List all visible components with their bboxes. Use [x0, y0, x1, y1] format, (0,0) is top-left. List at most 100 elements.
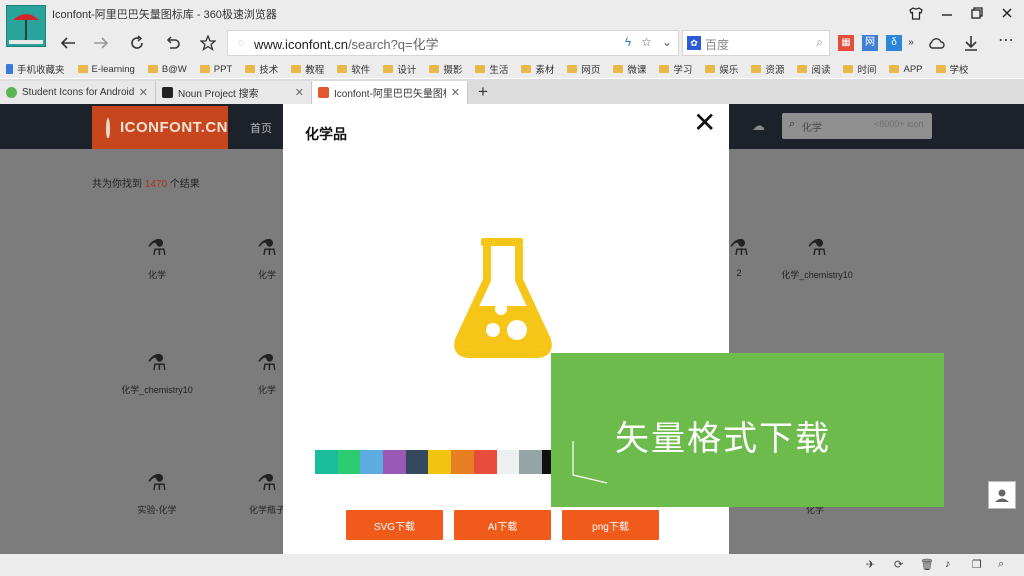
folder-icon: [613, 65, 624, 73]
download-icon[interactable]: [959, 32, 983, 54]
weibo-icon[interactable]: δ: [886, 35, 902, 51]
color-swatch[interactable]: [405, 450, 429, 474]
bookmark-item[interactable]: APP: [889, 64, 923, 75]
speaker-icon[interactable]: ♪: [945, 558, 951, 570]
forward-icon[interactable]: [89, 32, 113, 54]
folder-icon: [843, 65, 854, 73]
skin-icon[interactable]: [905, 3, 927, 23]
tab-student-icons[interactable]: Student Icons for Android ✕: [0, 81, 156, 104]
color-swatch[interactable]: [451, 450, 474, 474]
url-domain: www.iconfont.cn: [254, 36, 348, 52]
dropdown-icon[interactable]: ⌄: [662, 35, 672, 49]
bookmark-item[interactable]: E-learning: [77, 64, 135, 75]
tab-iconfont[interactable]: Iconfont-阿里巴巴矢量图标库 ✕: [312, 81, 468, 104]
result-icon-item[interactable]: ⚗ 化学_chemistry10: [762, 234, 872, 281]
site-search-input[interactable]: ⌕ 化学 <8000+ icon: [782, 113, 932, 139]
upload-cloud-icon[interactable]: ☁: [752, 118, 765, 134]
png-download-button[interactable]: png下载: [562, 510, 659, 540]
close-tab-icon[interactable]: ✕: [451, 86, 460, 99]
result-icon-item[interactable]: ⚗ 化学: [102, 234, 212, 281]
url-path: /search?q=化学: [347, 36, 439, 52]
bookmark-item[interactable]: 娱乐: [705, 62, 738, 76]
bookmark-item[interactable]: 学校: [935, 62, 969, 76]
more-extensions-icon[interactable]: »: [906, 35, 916, 51]
bookmark-item[interactable]: 软件: [337, 62, 370, 76]
bookmark-item[interactable]: 时间: [843, 62, 876, 76]
bookmark-star-icon[interactable]: ☆: [641, 35, 652, 49]
folder-icon: [291, 65, 302, 73]
result-icon-item[interactable]: ⚗ 化学_chemistry10: [102, 349, 212, 396]
bookmark-item[interactable]: 技术: [245, 62, 278, 76]
svg-download-button[interactable]: SVG下载: [346, 510, 443, 540]
cloud-icon[interactable]: [924, 32, 948, 54]
tab-noun-project[interactable]: Noun Project 搜索 ✕: [156, 81, 312, 104]
bookmark-item[interactable]: 微课: [613, 62, 646, 76]
folder-icon: [567, 65, 578, 73]
menu-more-icon[interactable]: ⋯: [994, 29, 1018, 51]
reload-icon[interactable]: [125, 32, 149, 54]
lightning-icon[interactable]: ϟ: [625, 35, 631, 49]
bookmark-item[interactable]: 学习: [659, 62, 692, 76]
color-swatch[interactable]: [496, 450, 520, 474]
tab-strip: Student Icons for Android ✕ Noun Project…: [0, 79, 1024, 104]
bookmark-item[interactable]: 手机收藏夹: [6, 62, 65, 76]
browser-logo[interactable]: [6, 5, 46, 47]
url-field[interactable]: ◌ www.iconfont.cn/search?q=化学 ϟ ☆ ⌄: [227, 30, 679, 56]
nav-home-link[interactable]: 首页: [250, 120, 272, 136]
bookmark-label: 微课: [627, 65, 647, 76]
refresh-circle-icon[interactable]: ⟳: [894, 558, 903, 571]
bookmark-item[interactable]: 教程: [291, 62, 324, 76]
trash-icon[interactable]: 🗑: [920, 558, 934, 571]
folder-icon: [705, 65, 716, 73]
color-swatch[interactable]: [383, 450, 406, 474]
result-number: 1470: [144, 179, 168, 190]
pin-icon[interactable]: ✈: [866, 558, 875, 571]
chemical-flask-icon: [453, 236, 553, 365]
bookmark-item[interactable]: 阅读: [797, 62, 830, 76]
folder-icon: [77, 65, 88, 73]
net-icon[interactable]: 网: [862, 35, 878, 51]
close-window-icon[interactable]: [996, 3, 1018, 23]
minimize-icon[interactable]: [936, 3, 958, 23]
color-swatch[interactable]: [337, 450, 361, 474]
bookmark-item[interactable]: PPT: [199, 64, 232, 75]
bookmark-item[interactable]: 生活: [475, 62, 508, 76]
bookmark-item[interactable]: B@W: [147, 64, 187, 75]
ai-download-button[interactable]: AI下载: [454, 510, 551, 540]
color-swatch[interactable]: [360, 450, 384, 474]
color-swatch[interactable]: [473, 450, 497, 474]
close-tab-icon[interactable]: ✕: [295, 86, 304, 99]
new-tab-icon[interactable]: +: [478, 82, 488, 102]
close-tab-icon[interactable]: ✕: [139, 86, 148, 99]
folder-icon: [797, 65, 808, 73]
result-icon-item[interactable]: ⚗ 实验-化学: [102, 469, 212, 516]
favorite-star-icon[interactable]: [196, 32, 220, 54]
user-avatar-icon[interactable]: [988, 481, 1016, 509]
bookmark-label: 娱乐: [719, 65, 739, 76]
color-swatch[interactable]: [428, 450, 452, 474]
bookmark-item[interactable]: 素材: [521, 62, 554, 76]
search-engine-input[interactable]: ✿ 百度 ⌕: [682, 30, 830, 56]
folder-icon: [245, 65, 256, 73]
close-modal-icon[interactable]: ✕: [693, 106, 716, 139]
tab-label: Iconfont-阿里巴巴矢量图标库: [334, 89, 446, 100]
window-icon[interactable]: ❐: [972, 558, 982, 571]
folder-icon: [751, 65, 762, 73]
bookmark-item[interactable]: 摄影: [429, 62, 462, 76]
bookmark-item[interactable]: 设计: [383, 62, 416, 76]
color-swatch[interactable]: [519, 450, 542, 474]
folder-icon: [889, 65, 900, 73]
apps-grid-icon[interactable]: ▦: [838, 35, 854, 51]
bookmark-item[interactable]: 资源: [751, 62, 784, 76]
search-icon[interactable]: ⌕: [816, 35, 823, 50]
color-swatch[interactable]: [315, 450, 338, 474]
bookmark-item[interactable]: 网页: [567, 62, 600, 76]
site-logo[interactable]: ICONFONT.CN: [92, 106, 228, 149]
undo-icon[interactable]: [161, 32, 185, 54]
restore-icon[interactable]: [966, 3, 988, 23]
result-icon-label: 实验-化学: [137, 505, 177, 515]
zoom-search-icon[interactable]: ⌕: [998, 558, 1004, 571]
bookmark-label: 软件: [351, 65, 371, 76]
back-icon[interactable]: [56, 32, 80, 54]
search-icon: ⌕: [789, 118, 796, 130]
